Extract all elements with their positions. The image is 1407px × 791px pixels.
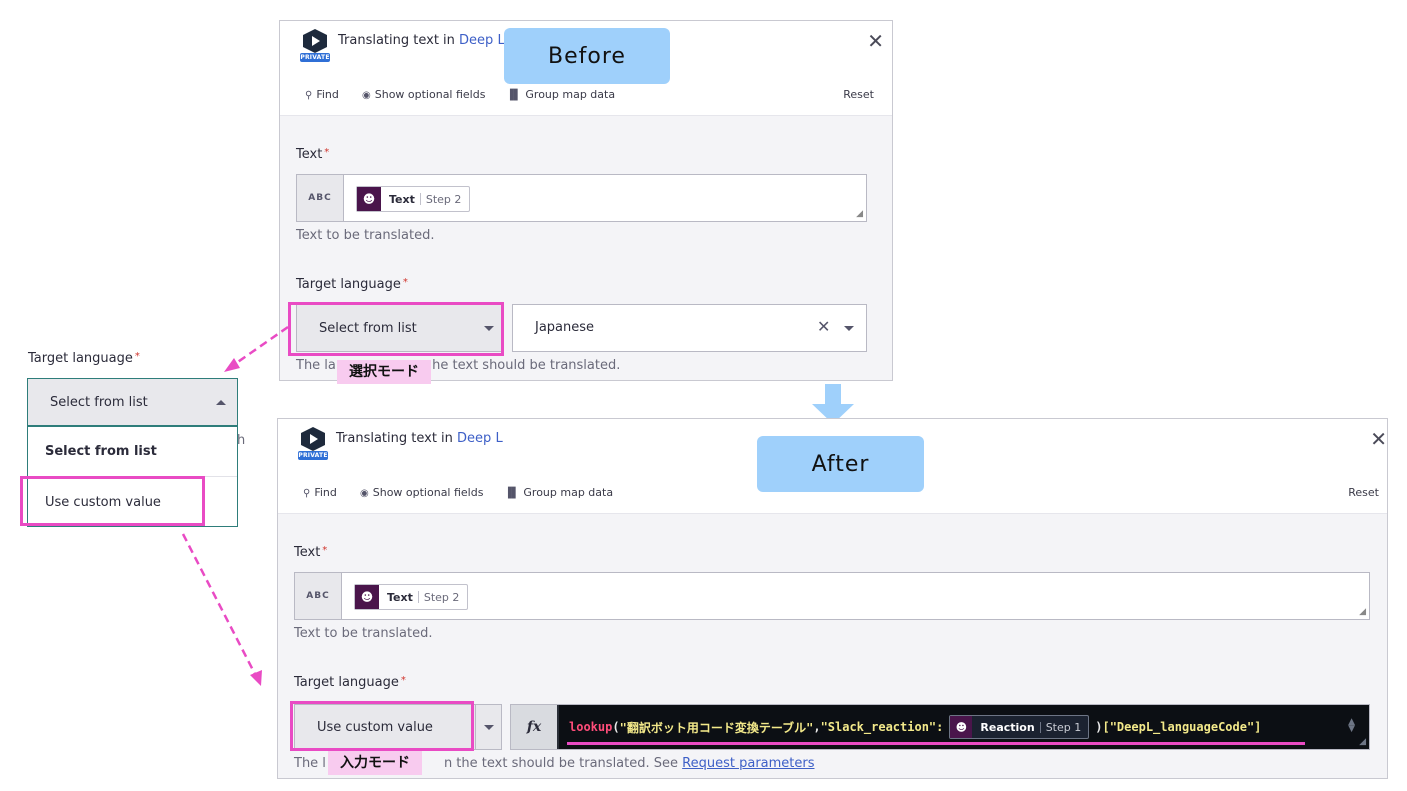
- formula-underline: [567, 742, 1305, 745]
- close-icon[interactable]: ✕: [1370, 429, 1387, 449]
- input-mode-tag: 入力モード: [328, 751, 422, 775]
- request-parameters-link[interactable]: Request parameters: [682, 756, 814, 771]
- search-icon: ⚲: [303, 488, 311, 499]
- mode-select[interactable]: Use custom value: [294, 704, 502, 750]
- deepl-logo: PRIVATE: [298, 427, 328, 461]
- group-icon: ▐▌: [504, 488, 520, 499]
- text-step-pill[interactable]: ☻ Text Step 2: [354, 584, 469, 610]
- app-link[interactable]: Deep L: [457, 431, 503, 446]
- show-optional-fields-button[interactable]: ◉ Show optional fields: [360, 486, 483, 499]
- text-input[interactable]: ABC ☻ Text Step 2 ◢: [294, 572, 1370, 620]
- scroll-stepper-icon[interactable]: ▲ ▼: [1348, 718, 1355, 734]
- step-title: Translating text in Deep L: [336, 431, 503, 446]
- reset-button[interactable]: Reset: [1348, 486, 1379, 499]
- abc-type-icon: ABC: [295, 573, 342, 619]
- text-field-label: Text *: [294, 545, 328, 560]
- private-badge: PRIVATE: [298, 451, 328, 460]
- text-help: Text to be translated.: [294, 626, 433, 641]
- chevron-down-icon: [484, 725, 494, 730]
- reaction-step-pill[interactable]: ☻ Reaction Step 1: [949, 715, 1090, 739]
- target-language-label: Target language *: [294, 675, 406, 690]
- resize-handle-icon[interactable]: ◢: [1359, 607, 1366, 617]
- fx-icon[interactable]: fx: [511, 705, 557, 749]
- slack-icon: ☻: [950, 716, 973, 738]
- deepl-icon: [301, 427, 325, 451]
- eye-icon: ◉: [360, 488, 369, 499]
- after-callout: After: [757, 436, 924, 492]
- group-map-data-button[interactable]: ▐▌ Group map data: [504, 486, 613, 499]
- resize-handle-icon[interactable]: ◢: [1359, 737, 1366, 747]
- slack-icon: ☻: [355, 585, 379, 609]
- find-button[interactable]: ⚲ Find: [303, 486, 337, 499]
- formula-input[interactable]: fx lookup("翻訳ボット用コード変換テーブル", "Slack_reac…: [510, 704, 1370, 750]
